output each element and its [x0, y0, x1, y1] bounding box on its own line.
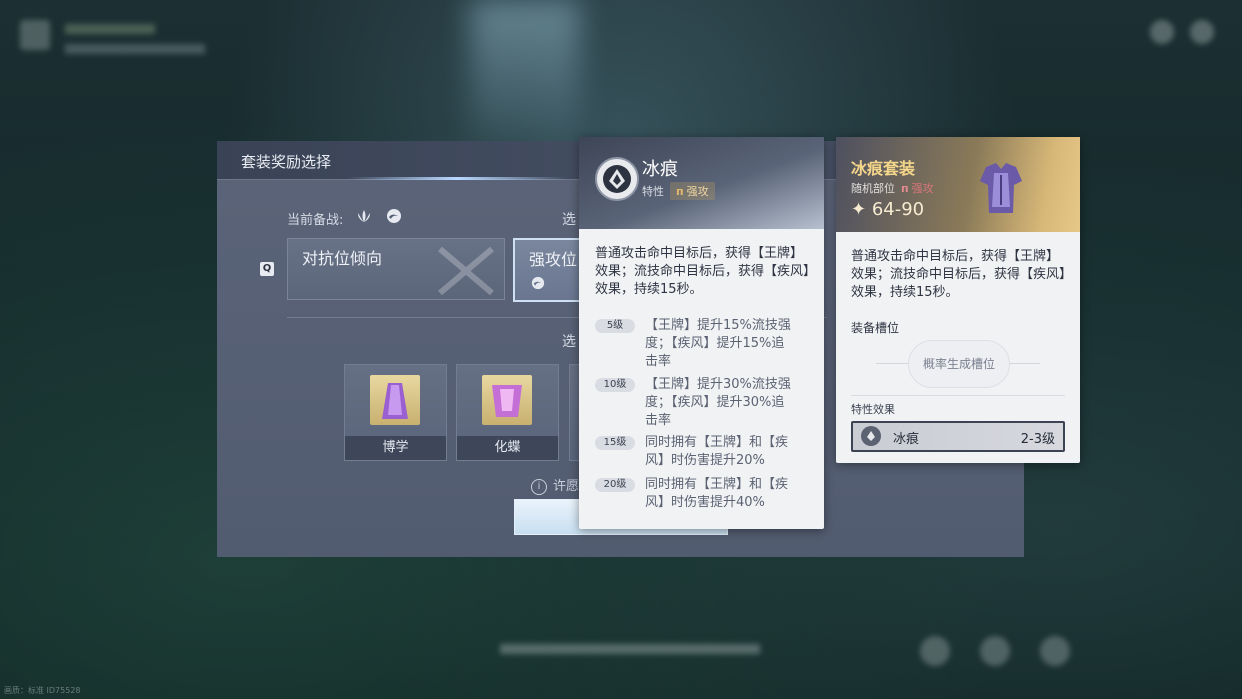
swirl-icon: [387, 209, 401, 223]
assault-tag-icon: ᴨ: [901, 182, 909, 195]
slot-line-right: [1008, 363, 1040, 364]
level-badge: 5级: [595, 319, 635, 333]
trait-tooltip: 冰痕 特性 ᴨ 强攻 普通攻击命中目标后，获得【王牌】效果；流技命中目标后，获得【疾…: [579, 137, 824, 529]
trait-tooltip-header: 冰痕 特性 ᴨ 强攻: [579, 137, 824, 229]
hud-top-right: [1150, 20, 1220, 80]
trait-type-label: 特性: [642, 185, 664, 198]
crossed-swords-icon: [438, 246, 494, 296]
item-name: 博学: [345, 436, 446, 460]
slot-type: 随机部位: [851, 182, 895, 195]
trait-effect-entry[interactable]: 冰痕 2-3级: [851, 421, 1065, 452]
set-item-boxue[interactable]: 博学: [344, 364, 447, 461]
header-glow: [347, 177, 567, 180]
q-key-hint: Q: [260, 262, 274, 276]
swirl-icon: [531, 276, 545, 290]
trait-name: 冰痕: [642, 159, 678, 180]
set-value-range: ✦ 64-90: [851, 199, 924, 220]
hud-bottom-bar: [420, 630, 1120, 680]
sparkle-icon: ✦: [851, 199, 867, 220]
option-label: 强攻位: [529, 250, 578, 269]
level-text: 同时拥有【王牌】和【疾风】时伤害提升40%: [645, 477, 789, 510]
item-name: 化蝶: [457, 436, 558, 460]
trait-type-row: 特性 ᴨ 强攻: [642, 182, 715, 200]
butterfly-robe-icon: [482, 375, 532, 425]
assault-tag: ᴨ 强攻: [670, 182, 715, 200]
select-title-1: 选: [562, 212, 576, 228]
assault-tag-icon: ᴨ: [676, 185, 684, 198]
level-badge: 20级: [595, 478, 635, 492]
select-title-2: 选: [562, 334, 576, 350]
range-value: 64-90: [871, 199, 925, 220]
set-tooltip-header: 冰痕套装 随机部位 ᴨ 强攻 ✦ 64-90: [836, 137, 1080, 232]
level-text: 同时拥有【王牌】和【疾风】时伤害提升20%: [645, 435, 789, 468]
background-light-beam: [470, 0, 580, 160]
set-name: 冰痕套装: [851, 159, 916, 178]
info-icon: i: [531, 478, 547, 495]
trait-effect-title: 特性效果: [851, 403, 895, 416]
option-assault[interactable]: 强攻位: [513, 238, 587, 302]
trait-effect-levels: 2-3级: [1020, 432, 1055, 447]
dialog-title: 套装奖励选择: [241, 153, 332, 171]
trait-effect-name: 冰痕: [893, 432, 920, 447]
assault-tag-label: 强攻: [686, 185, 709, 198]
trait-description: 普通攻击命中目标后，获得【王牌】效果；流技命中目标后，获得【疾风】效果，持续15…: [595, 246, 810, 297]
set-description: 普通攻击命中目标后，获得【王牌】效果；流技命中目标后，获得【疾风】效果，持续15…: [851, 249, 1066, 300]
current-loadout-label: 当前备战:: [287, 213, 344, 228]
option-label: 对抗位倾向: [302, 249, 383, 268]
footer-id: 画质：标准 ID75528: [4, 686, 81, 695]
assault-tag: ᴨ 强攻: [901, 180, 934, 196]
ice-mark-emblem-icon: [595, 157, 639, 201]
trait-separator: [851, 395, 1065, 396]
random-slot-pill: 概率生成槽位: [908, 340, 1010, 388]
lotus-icon: [358, 210, 370, 222]
info-text: 许愿: [553, 479, 580, 494]
cloak-icon: [370, 375, 420, 425]
slot-line-left: [876, 363, 908, 364]
set-tooltip: 冰痕套装 随机部位 ᴨ 强攻 ✦ 64-90 普通攻击命中目标后，获得【王牌】效果；…: [836, 137, 1080, 463]
armor-icon: [980, 163, 1022, 213]
option-confront[interactable]: 对抗位倾向: [287, 238, 505, 300]
level-text: 【王牌】提升30%流技强度；【疾风】提升30%追击率: [645, 377, 791, 428]
level-badge: 10级: [595, 378, 635, 392]
set-slot-row: 随机部位 ᴨ 强攻: [851, 180, 934, 196]
level-text: 【王牌】提升15%流技强度；【疾风】提升15%追击率: [645, 318, 791, 369]
level-badge: 15级: [595, 436, 635, 450]
set-item-huadie[interactable]: 化蝶: [456, 364, 559, 461]
assault-tag-label: 强攻: [911, 182, 934, 195]
ice-mark-icon: [861, 426, 881, 446]
info-row: i 许愿: [531, 475, 579, 495]
hud-top-left: [20, 20, 210, 70]
equipment-slot-title: 装备槽位: [851, 321, 900, 335]
